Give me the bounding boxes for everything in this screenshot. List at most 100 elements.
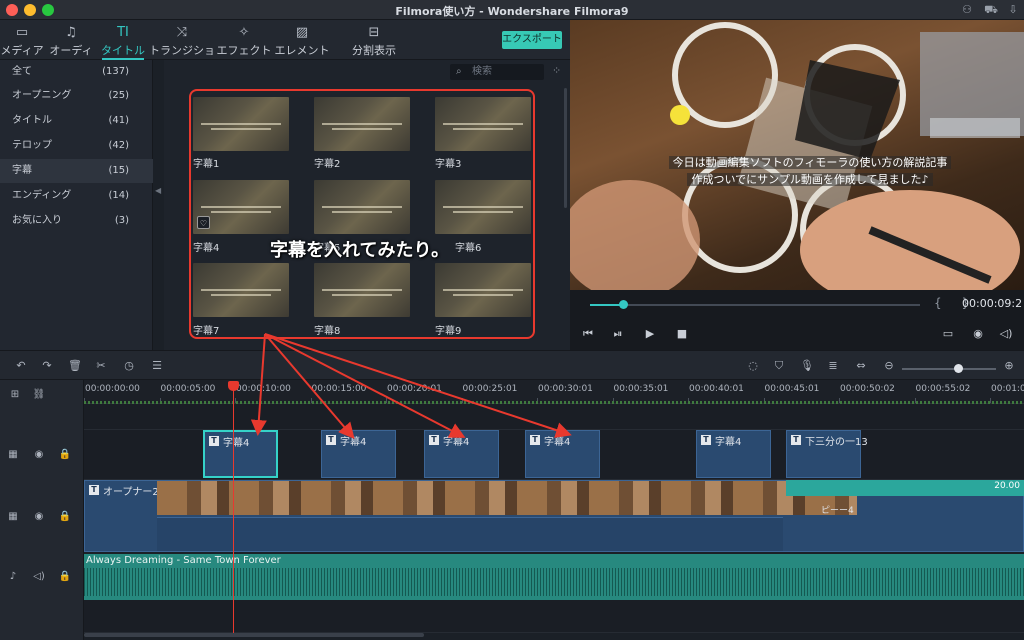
title-clip[interactable]: T 字幕4 [525, 430, 600, 478]
filmora-window: Filmora使い方 - Wondershare Filmora9 ⚇ ⛟ ⇩ … [0, 0, 1024, 640]
video-filmstrip [157, 481, 857, 515]
account-icon[interactable]: ⚇ [960, 3, 974, 17]
export-button[interactable]: エクスポート [502, 31, 562, 49]
zoom-in-icon[interactable]: ⊕ [1002, 359, 1016, 373]
category-all[interactable]: 全て (137) [0, 60, 153, 84]
progress-knob[interactable] [619, 300, 628, 309]
annotation-text: 字幕を入れてみたり。 [270, 240, 450, 261]
title-clip[interactable]: T 字幕4 [696, 430, 771, 478]
category-count: (137) [102, 66, 129, 77]
teal-clip[interactable]: 20.00 [786, 480, 1024, 496]
speed-icon[interactable]: ◷ [122, 359, 136, 373]
audio-clip-label: Always Dreaming - Same Town Forever [86, 555, 281, 566]
tab-effects[interactable]: ✧ エフェクト [216, 20, 272, 60]
tab-media[interactable]: ▭ メディア [0, 20, 44, 60]
timeline-scrollbar[interactable] [84, 633, 424, 637]
video-preview: 今日は動画編集ソフトのフィモーラの使い方の解説記事 作成ついでにサンプル動画を作… [570, 20, 1024, 290]
title-clip-icon: T [701, 435, 711, 445]
title-clip[interactable]: T 字幕4 [321, 430, 396, 478]
lock-icon[interactable]: 🔒 [58, 448, 72, 462]
display-settings-icon[interactable]: ▭ [940, 326, 956, 342]
library-scrollbar[interactable] [564, 88, 567, 208]
eye-icon[interactable]: ◉ [32, 510, 46, 524]
category-telop[interactable]: テロップ (42) [0, 134, 153, 158]
title-clip-icon: T [89, 485, 99, 495]
ruler-label: 00:00:25:01 [462, 384, 518, 394]
music-note-icon: ♫ [65, 25, 77, 40]
category-favorites[interactable]: お気に入り (3) [0, 209, 153, 233]
microphone-icon[interactable]: 🎙 [800, 359, 814, 373]
ruler-label: 00:00:35:01 [613, 384, 669, 394]
tab-audio[interactable]: ♫ オーディオ [44, 20, 98, 73]
category-label: お気に入り [12, 215, 62, 226]
cut-icon[interactable]: ✂ [94, 359, 108, 373]
delete-icon[interactable]: 🗑 [68, 359, 82, 373]
tab-titles[interactable]: TI タイトル [98, 20, 148, 60]
title-clip-label: 字幕4 [223, 438, 250, 449]
ruler-label: 00:00:30:01 [538, 384, 593, 394]
effects-icon: ✧ [238, 25, 250, 40]
cart-icon[interactable]: ⛟ [984, 3, 998, 17]
category-opening[interactable]: オープニング (25) [0, 84, 153, 108]
step-play-icon[interactable]: ⏯ [610, 326, 626, 342]
media-toolbar: ▭ メディア ♫ オーディオ TI タイトル ⤨ トランジション ✧ エフェクト… [0, 20, 570, 73]
add-track-icon[interactable]: ⊞ [8, 388, 22, 402]
volume-icon[interactable]: ◁) [998, 326, 1014, 342]
category-title[interactable]: タイトル (41) [0, 109, 153, 133]
stop-icon[interactable]: ■ [674, 326, 690, 342]
undo-icon[interactable]: ↶ [14, 359, 28, 373]
download-icon[interactable]: ⇩ [1006, 3, 1020, 17]
render-icon[interactable]: ◌ [746, 359, 760, 373]
speaker-icon[interactable]: ◁) [32, 570, 46, 584]
snapshot-icon[interactable]: ◉ [970, 326, 986, 342]
timecode: 00:00:09:2 [962, 297, 1023, 310]
collapse-panel-icon[interactable]: ◀ [155, 186, 163, 198]
lock-icon[interactable]: 🔒 [58, 510, 72, 524]
title-clip[interactable]: T 字幕4 [203, 430, 278, 478]
marker-icon[interactable]: ⛉ [772, 359, 786, 373]
category-ending[interactable]: エンディング (14) [0, 184, 153, 208]
folder-icon: ▭ [15, 25, 29, 40]
play-icon[interactable]: ▶ [642, 326, 658, 342]
tab-elements[interactable]: ▨ エレメント [272, 20, 332, 60]
ruler-label: 00:00:05:00 [160, 384, 216, 394]
ruler-label: 00:00:00:00 [85, 384, 140, 394]
title-clip[interactable]: T 下三分の一13 [786, 430, 868, 478]
adjust-icon[interactable]: ☰ [150, 359, 164, 373]
grid-view-icon[interactable]: ⁘ [552, 64, 566, 78]
track-empty [84, 600, 1024, 633]
previous-frame-icon[interactable]: ⏮ [580, 326, 596, 342]
eye-icon[interactable]: ◉ [32, 448, 46, 462]
title-clip[interactable]: T 字幕4 [424, 430, 499, 478]
title-clip-label: 下三分の一13 [805, 437, 868, 448]
film-icon: ▦ [8, 511, 18, 522]
link-icon[interactable]: ⛓ [32, 388, 46, 402]
audio-mixer-icon[interactable]: ≣ [826, 359, 840, 373]
fit-timeline-icon[interactable]: ⇔ [854, 359, 868, 373]
ruler-label: 00:00:45:01 [764, 384, 820, 394]
audio-clip[interactable]: Always Dreaming - Same Town Forever [84, 554, 1024, 600]
title-clip-icon: T [326, 435, 336, 445]
tab-transitions[interactable]: ⤨ トランジション [148, 20, 216, 73]
lock-icon[interactable]: 🔒 [58, 570, 72, 584]
zoom-knob[interactable] [954, 364, 964, 373]
ruler-label: 00:00:50:02 [840, 384, 895, 394]
category-label: オープニング [12, 90, 72, 101]
title-bar: Filmora使い方 - Wondershare Filmora9 ⚇ ⛟ ⇩ [0, 0, 1024, 20]
zoom-out-icon[interactable]: ⊖ [882, 359, 896, 373]
category-subtitles[interactable]: 字幕 (15) [0, 159, 153, 183]
zoom-slider[interactable] [902, 364, 996, 373]
search-icon: ⌕ [456, 66, 462, 77]
audio-waveform [84, 568, 1024, 596]
title-clip-label: 字幕4 [340, 437, 367, 448]
playback-progress-bar[interactable] [590, 300, 920, 309]
tab-split-screen[interactable]: ⊟ 分割表示 [346, 20, 402, 60]
timeline-toolbar: ↶ ↷ 🗑 ✂ ◷ ☰ ◌ ⛉ 🎙 ≣ ⇔ ⊖ ⊕ [0, 350, 1024, 380]
tab-media-label: メディア [0, 44, 44, 57]
title-clip-icon: T [530, 435, 540, 445]
search-field[interactable]: ⌕ 検索 [450, 64, 544, 80]
playhead-handle[interactable] [228, 381, 239, 391]
redo-icon[interactable]: ↷ [40, 359, 54, 373]
title-clip-icon: T [209, 436, 219, 446]
teal-clip-label: 20.00 [994, 481, 1020, 491]
